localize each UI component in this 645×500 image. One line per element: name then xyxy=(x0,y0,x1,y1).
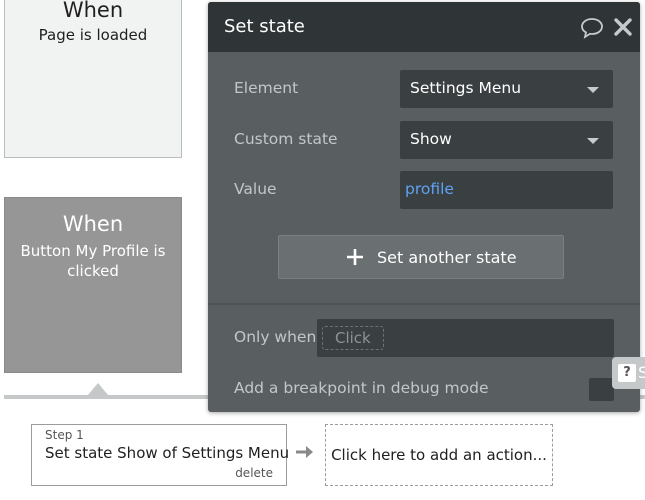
breakpoint-checkbox[interactable] xyxy=(589,378,614,401)
set-state-panel: Set state Element Settings Menu Custom s… xyxy=(208,2,640,412)
help-tab[interactable]: ? S xyxy=(612,357,645,389)
panel-title: Set state xyxy=(224,16,305,37)
value-expression: profile xyxy=(405,180,454,198)
breakpoint-label: Add a breakpoint in debug mode xyxy=(234,379,489,397)
workflow-editor: When Page is loaded When Button My Profi… xyxy=(0,0,645,500)
comment-icon[interactable] xyxy=(580,17,604,39)
event-card-button-clicked[interactable]: When Button My Profile is clicked xyxy=(4,197,182,373)
close-icon[interactable] xyxy=(613,17,633,37)
help-icon: ? xyxy=(618,364,636,382)
value-label: Value xyxy=(234,180,277,198)
event-description: Page is loaded xyxy=(38,26,148,44)
chevron-down-icon xyxy=(587,87,599,93)
divider xyxy=(208,303,640,305)
set-another-state-label: Set another state xyxy=(377,248,517,267)
delete-step-link[interactable]: delete xyxy=(235,466,273,480)
event-when-label: When xyxy=(62,212,124,236)
help-tab-label: S xyxy=(638,363,645,382)
selected-event-pointer xyxy=(88,383,108,395)
element-dropdown[interactable]: Settings Menu xyxy=(400,70,613,108)
custom-state-dropdown[interactable]: Show xyxy=(400,121,613,159)
event-card-page-loaded[interactable]: When Page is loaded xyxy=(4,0,182,158)
custom-state-value: Show xyxy=(410,130,452,148)
arrow-right-icon xyxy=(296,446,313,458)
workflow-step-1[interactable]: Step 1 Set state Show of Settings Menu d… xyxy=(31,424,290,486)
value-input[interactable]: profile xyxy=(400,171,613,209)
element-label: Element xyxy=(234,79,299,97)
add-action-button[interactable]: Click here to add an action... xyxy=(325,424,553,486)
chevron-down-icon xyxy=(587,138,599,144)
custom-state-label: Custom state xyxy=(234,130,338,148)
step-number: Step 1 xyxy=(45,428,84,442)
element-value: Settings Menu xyxy=(410,79,522,97)
plus-icon xyxy=(347,249,363,265)
only-when-label: Only when xyxy=(234,328,317,346)
only-when-placeholder[interactable]: Click xyxy=(322,326,384,350)
event-when-label: When xyxy=(62,0,124,22)
only-when-input[interactable]: Click xyxy=(317,319,614,357)
panel-header: Set state xyxy=(208,2,640,52)
step-title: Set state Show of Settings Menu xyxy=(45,444,290,462)
event-description: Button My Profile is clicked xyxy=(20,242,166,280)
set-another-state-button[interactable]: Set another state xyxy=(278,235,564,279)
